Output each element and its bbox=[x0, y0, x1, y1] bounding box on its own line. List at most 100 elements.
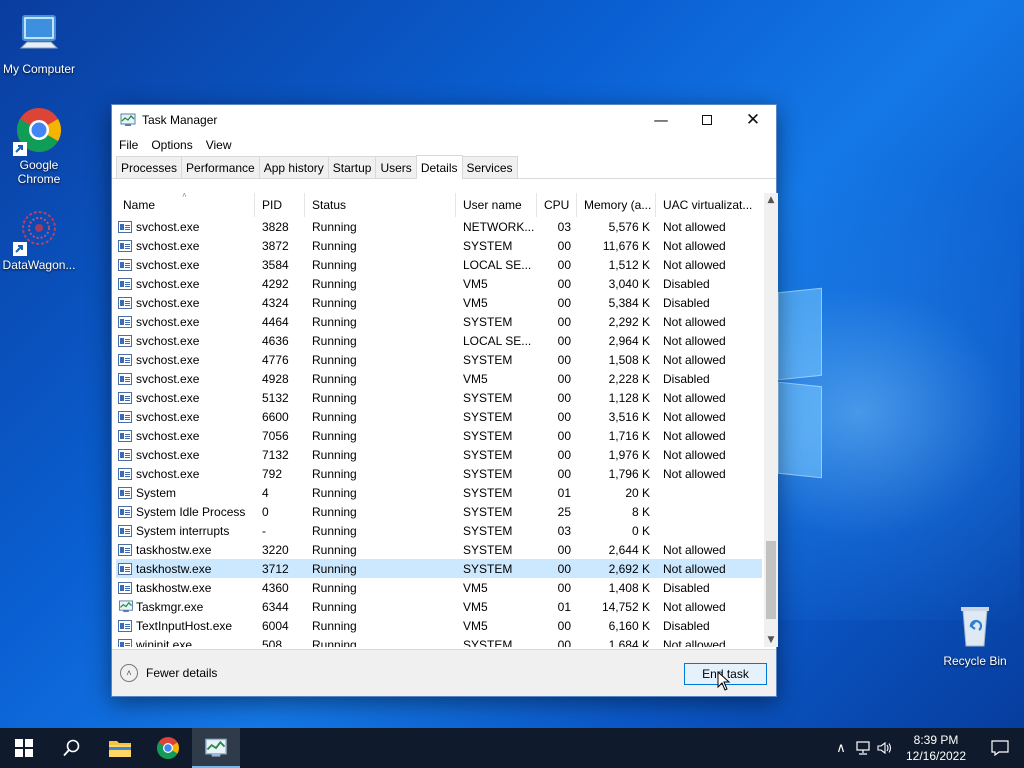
cell-status: Running bbox=[312, 485, 357, 500]
menu-view[interactable]: View bbox=[206, 138, 232, 152]
table-row[interactable]: svchost.exe 3872 Running SYSTEM 00 11,676 K No… bbox=[116, 236, 762, 255]
minimize-button[interactable]: — bbox=[638, 105, 684, 135]
table-row[interactable]: svchost.exe 4464 Running SYSTEM 00 2,292 K Not… bbox=[116, 312, 762, 331]
column-header-user-name[interactable]: User name bbox=[456, 193, 537, 217]
cell-status: Running bbox=[312, 276, 357, 291]
cell-user: SYSTEM bbox=[463, 466, 513, 481]
table-row[interactable]: svchost.exe 4292 Running VM5 00 3,040 K Disabl… bbox=[116, 274, 762, 293]
scrollbar-thumb[interactable] bbox=[766, 541, 776, 619]
volume-button[interactable] bbox=[874, 728, 896, 768]
tab-users[interactable]: Users bbox=[375, 156, 417, 178]
taskbar-chrome[interactable] bbox=[144, 728, 192, 768]
cell-status: Running bbox=[312, 371, 357, 386]
tab-processes[interactable]: Processes bbox=[116, 156, 183, 178]
cell-cpu: 01 bbox=[557, 485, 571, 500]
tab-services[interactable]: Services bbox=[461, 156, 518, 178]
datawagon-icon bbox=[13, 206, 63, 256]
table-row[interactable]: System interrupts - Running SYSTEM 03 0 K bbox=[116, 521, 762, 540]
column-header-uac-virtualization[interactable]: UAC virtualizat... bbox=[656, 193, 762, 217]
cell-status: Running bbox=[312, 618, 357, 633]
scroll-down-icon[interactable]: ▼ bbox=[764, 633, 778, 647]
table-row[interactable]: svchost.exe 4324 Running VM5 00 5,384 K Disabl… bbox=[116, 293, 762, 312]
table-row[interactable]: System 4 Running SYSTEM 01 20 K bbox=[116, 483, 762, 502]
show-hidden-icons-button[interactable]: ∧ bbox=[830, 728, 852, 768]
cell-status: Running bbox=[312, 466, 357, 481]
fewer-details-button[interactable]: ˄ Fewer details bbox=[120, 664, 217, 682]
table-row[interactable]: svchost.exe 7056 Running SYSTEM 00 1,716 K Not… bbox=[116, 426, 762, 445]
cell-pid: 4776 bbox=[262, 352, 289, 367]
chevron-up-icon: ∧ bbox=[836, 740, 846, 756]
close-button[interactable]: ✕ bbox=[730, 105, 776, 135]
column-header-cpu[interactable]: CPU bbox=[537, 193, 577, 217]
menu-file[interactable]: File bbox=[119, 138, 138, 152]
column-header-name[interactable]: ˄ Name bbox=[116, 193, 255, 217]
table-row[interactable]: svchost.exe 792 Running SYSTEM 00 1,796 K Not … bbox=[116, 464, 762, 483]
cell-status: Running bbox=[312, 580, 357, 595]
tab-details[interactable]: Details bbox=[415, 155, 463, 179]
table-row[interactable]: svchost.exe 3828 Running NETWORK... 03 5,576 … bbox=[116, 217, 762, 236]
cell-pid: 7132 bbox=[262, 447, 289, 462]
cell-pid: 4 bbox=[262, 485, 269, 500]
desktop-icon-google-chrome[interactable]: Google Chrome bbox=[1, 106, 77, 186]
cell-name: wininit.exe bbox=[116, 637, 255, 648]
cell-pid: 6600 bbox=[262, 409, 289, 424]
cell-uac: Disabled bbox=[663, 618, 710, 633]
table-row[interactable]: System Idle Process 0 Running SYSTEM 25 8 K bbox=[116, 502, 762, 521]
cell-mem: 1,716 K bbox=[608, 428, 650, 443]
cell-uac: Not allowed bbox=[663, 428, 726, 443]
taskbar-task-manager[interactable] bbox=[192, 728, 240, 768]
process-icon bbox=[118, 581, 132, 594]
table-row[interactable]: taskhostw.exe 3712 Running SYSTEM 00 2,692 K N… bbox=[116, 559, 762, 578]
cell-status: Running bbox=[312, 523, 357, 538]
cell-uac: Disabled bbox=[663, 371, 710, 386]
minimize-icon: — bbox=[653, 111, 669, 129]
desktop-icon-datawagon[interactable]: DataWagon... bbox=[1, 206, 77, 272]
table-row[interactable]: taskhostw.exe 4360 Running VM5 00 1,408 K Disa… bbox=[116, 578, 762, 597]
maximize-button[interactable] bbox=[684, 105, 730, 135]
cell-user: LOCAL SE... bbox=[463, 333, 532, 348]
column-header-status[interactable]: Status bbox=[305, 193, 456, 217]
table-row[interactable]: svchost.exe 3584 Running LOCAL SE... 00 1,512… bbox=[116, 255, 762, 274]
cell-user: SYSTEM bbox=[463, 523, 513, 538]
cell-user: VM5 bbox=[463, 276, 488, 291]
table-row[interactable]: svchost.exe 6600 Running SYSTEM 00 3,516 K Not… bbox=[116, 407, 762, 426]
table-row[interactable]: wininit.exe 508 Running SYSTEM 00 1,684 K Not … bbox=[116, 635, 762, 647]
desktop-icon-my-computer[interactable]: My Computer bbox=[1, 10, 77, 76]
table-row[interactable]: TextInputHost.exe 6004 Running VM5 00 6,160 K… bbox=[116, 616, 762, 635]
table-row[interactable]: taskhostw.exe 3220 Running SYSTEM 00 2,644 K N… bbox=[116, 540, 762, 559]
table-row[interactable]: svchost.exe 7132 Running SYSTEM 00 1,976 K Not… bbox=[116, 445, 762, 464]
table-row[interactable]: svchost.exe 4776 Running SYSTEM 00 1,508 K Not… bbox=[116, 350, 762, 369]
maximize-icon bbox=[702, 115, 712, 125]
column-header-pid[interactable]: PID bbox=[255, 193, 305, 217]
cell-name: svchost.exe bbox=[116, 467, 255, 481]
cell-cpu: 00 bbox=[557, 580, 571, 595]
action-center-button[interactable] bbox=[976, 728, 1024, 768]
vertical-scrollbar[interactable]: ▲ ▼ bbox=[764, 193, 778, 647]
taskbar-file-explorer[interactable] bbox=[96, 728, 144, 768]
cell-mem: 2,964 K bbox=[608, 333, 650, 348]
cell-name: System Idle Process bbox=[116, 505, 255, 519]
tab-app-history[interactable]: App history bbox=[258, 156, 329, 178]
network-button[interactable] bbox=[852, 728, 874, 768]
table-row[interactable]: svchost.exe 5132 Running SYSTEM 00 1,128 K Not… bbox=[116, 388, 762, 407]
menu-options[interactable]: Options bbox=[151, 138, 192, 152]
scroll-up-icon[interactable]: ▲ bbox=[764, 193, 778, 207]
process-name: wininit.exe bbox=[136, 637, 193, 648]
tab-performance[interactable]: Performance bbox=[181, 156, 260, 178]
cell-uac: Not allowed bbox=[663, 333, 726, 348]
cell-mem: 3,040 K bbox=[608, 276, 650, 291]
column-header-memory[interactable]: Memory (a... bbox=[577, 193, 656, 217]
cell-user: SYSTEM bbox=[463, 542, 513, 557]
start-button[interactable] bbox=[0, 728, 48, 768]
search-button[interactable] bbox=[48, 728, 96, 768]
cell-pid: 7056 bbox=[262, 428, 289, 443]
table-row[interactable]: svchost.exe 4928 Running VM5 00 2,228 K Disabl… bbox=[116, 369, 762, 388]
tab-startup[interactable]: Startup bbox=[327, 156, 377, 178]
clock[interactable]: 8:39 PM 12/16/2022 bbox=[896, 732, 976, 764]
table-row[interactable]: svchost.exe 4636 Running LOCAL SE... 00 2,964… bbox=[116, 331, 762, 350]
desktop-icon-recycle-bin[interactable]: Recycle Bin bbox=[937, 602, 1013, 668]
title-bar[interactable]: Task Manager — ✕ bbox=[112, 105, 776, 135]
chrome-icon bbox=[13, 106, 63, 156]
table-row[interactable]: Taskmgr.exe 6344 Running VM5 01 14,752 K Not a… bbox=[116, 597, 762, 616]
cell-user: LOCAL SE... bbox=[463, 257, 532, 272]
